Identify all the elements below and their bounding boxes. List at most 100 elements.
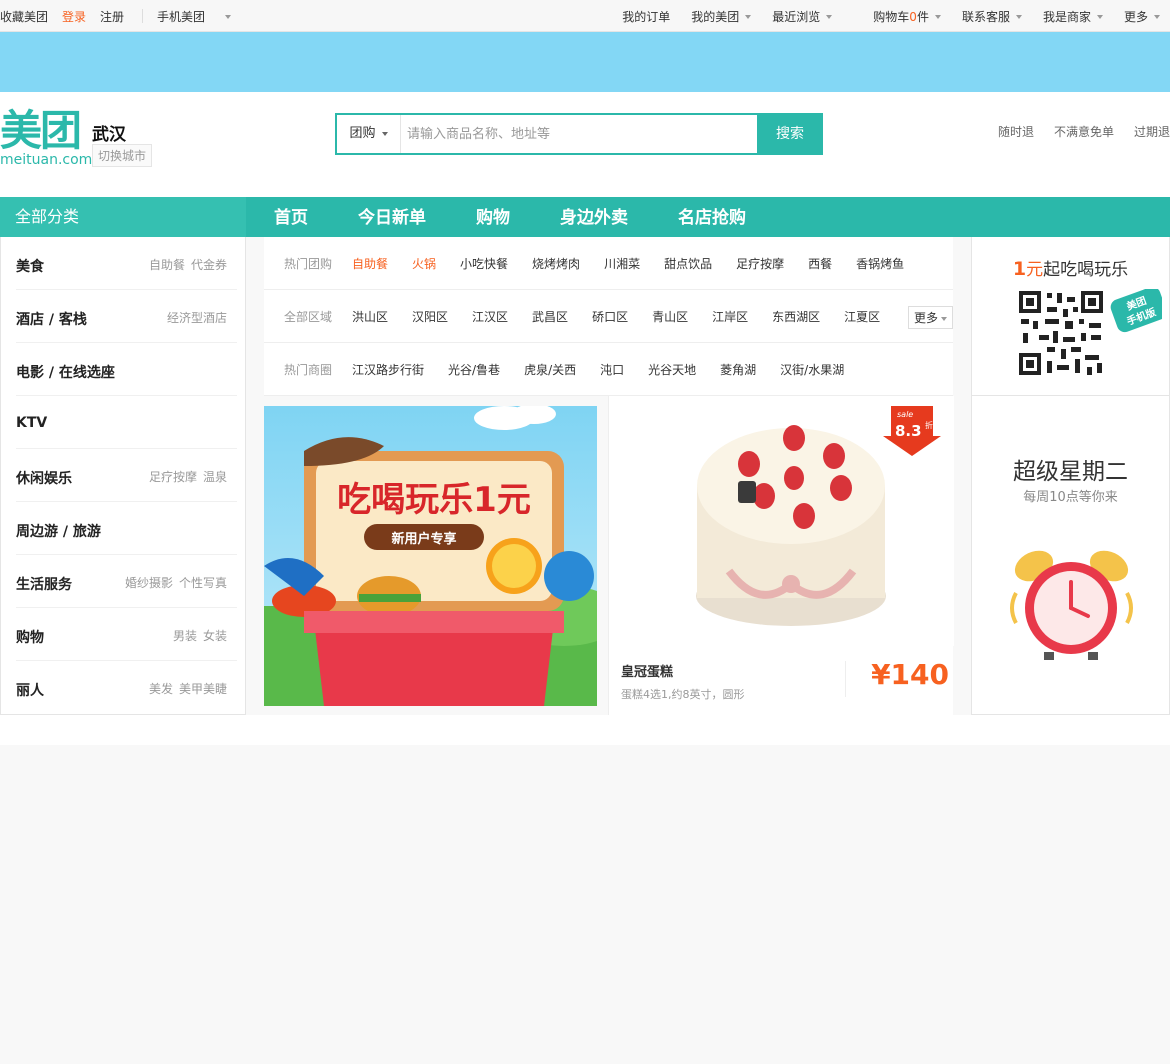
subcategory-link[interactable]: 自助餐 <box>149 258 185 272</box>
subcategory-link[interactable]: 经济型酒店 <box>167 311 227 325</box>
promise-unsatisfied-free[interactable]: 不满意免单 <box>1054 123 1114 140</box>
subcategory-link[interactable]: 代金券 <box>191 258 227 272</box>
filter-item[interactable]: 光谷天地 <box>648 361 696 378</box>
more-link[interactable]: 更多 <box>1113 8 1170 25</box>
subcategory-link[interactable]: 足疗按摩 <box>149 470 197 484</box>
my-meituan-link[interactable]: 我的美团 <box>680 8 761 25</box>
top-ad-banner[interactable] <box>0 32 1170 92</box>
all-categories[interactable]: 全部分类 <box>0 197 246 237</box>
filter-item[interactable]: 武昌区 <box>532 308 568 325</box>
subcategory-link[interactable]: 婚纱摄影 <box>125 576 173 590</box>
top-bar: 收藏美团 登录 注册 手机美团 我的订单 我的美团 最近浏览 购物车0件 联系客… <box>0 0 1170 32</box>
category-name[interactable]: 周边游 / 旅游 <box>16 521 101 541</box>
search-input[interactable] <box>405 115 755 153</box>
promise-anytime-refund[interactable]: 随时退 <box>998 123 1034 140</box>
recent-link[interactable]: 最近浏览 <box>761 8 842 25</box>
category-name[interactable]: 电影 / 在线选座 <box>16 362 115 382</box>
filter-item[interactable]: 东西湖区 <box>772 308 820 325</box>
subcategory-link[interactable]: 个性写真 <box>179 576 227 590</box>
mobile-app-promo[interactable]: 1元起吃喝玩乐 美团 手机版 <box>971 237 1170 396</box>
category-row[interactable]: 电影 / 在线选座 <box>16 343 237 396</box>
nav-home[interactable]: 首页 <box>246 197 330 237</box>
filter-item[interactable]: 烧烤烤肉 <box>532 255 580 272</box>
nav-famous-stores[interactable]: 名店抢购 <box>650 197 768 237</box>
filter-item[interactable]: 香锅烤鱼 <box>856 255 904 272</box>
sale-label: sale <box>897 410 913 419</box>
deal-card[interactable]: sale 8.3 折 皇冠蛋糕 蛋糕4选1,约8英寸，圆形 ¥140 <box>608 396 954 715</box>
category-row[interactable]: 丽人 美发 美甲美睫 <box>16 661 237 714</box>
merchant-link[interactable]: 我是商家 <box>1032 8 1113 25</box>
bookmark-link[interactable]: 收藏美团 <box>0 8 48 25</box>
filter-item[interactable]: 江汉区 <box>472 308 508 325</box>
filter-item[interactable]: 青山区 <box>652 308 688 325</box>
cart-link[interactable]: 购物车0件 <box>862 8 951 25</box>
nav-new-today[interactable]: 今日新单 <box>330 197 448 237</box>
filter-item[interactable]: 洪山区 <box>352 308 388 325</box>
category-row[interactable]: 周边游 / 旅游 <box>16 502 237 555</box>
category-name[interactable]: 丽人 <box>16 680 44 700</box>
filter-item[interactable]: 足疗按摩 <box>736 255 784 272</box>
service-link[interactable]: 联系客服 <box>951 8 1032 25</box>
category-row[interactable]: KTV <box>16 396 237 449</box>
search-button[interactable]: 搜索 <box>757 113 823 155</box>
category-row[interactable]: 酒店 / 客栈 经济型酒店 <box>16 290 237 343</box>
subcategory-link[interactable]: 美发 <box>149 682 173 696</box>
filter-item[interactable]: 西餐 <box>808 255 832 272</box>
subcategory-link[interactable]: 美甲美睫 <box>179 682 227 696</box>
my-orders-link[interactable]: 我的订单 <box>611 8 680 25</box>
category-name[interactable]: 购物 <box>16 627 44 647</box>
category-row[interactable]: 生活服务 婚纱摄影 个性写真 <box>16 555 237 608</box>
chevron-down-icon <box>826 15 833 19</box>
nav-delivery[interactable]: 身边外卖 <box>532 197 650 237</box>
discount-unit: 折 <box>925 420 933 430</box>
deal-title[interactable]: 皇冠蛋糕 <box>621 661 673 680</box>
filter-item[interactable]: 江汉路步行街 <box>352 361 424 378</box>
filter-item[interactable]: 硚口区 <box>592 308 628 325</box>
category-row[interactable]: 购物 男装 女装 <box>16 608 237 661</box>
category-name[interactable]: 酒店 / 客栈 <box>16 309 87 329</box>
filter-item[interactable]: 江夏区 <box>844 308 880 325</box>
category-row[interactable]: 休闲娱乐 足疗按摩 温泉 <box>16 449 237 502</box>
search-category-label: 团购 <box>349 126 376 141</box>
chevron-down-icon <box>1154 15 1160 19</box>
areas-more-button[interactable]: 更多 <box>907 306 953 329</box>
promo-banner-new-user[interactable]: 吃喝玩乐1元 新用户专享 <box>264 406 597 706</box>
promise-expired-refund[interactable]: 过期退 <box>1134 123 1170 140</box>
filter-item[interactable]: 虎泉/关西 <box>524 361 576 378</box>
subcategory-link[interactable]: 温泉 <box>203 470 227 484</box>
category-subs: 经济型酒店 <box>161 309 227 326</box>
cart-suffix: 件 <box>916 9 929 24</box>
filter-item[interactable]: 汉阳区 <box>412 308 448 325</box>
category-row[interactable]: 美食 自助餐 代金券 <box>16 237 237 290</box>
filter-label: 热门商圈 <box>284 362 333 377</box>
nav-shopping[interactable]: 购物 <box>448 197 532 237</box>
logo[interactable]: 美团 <box>0 108 82 154</box>
mobile-meituan-label: 手机美团 <box>157 9 206 24</box>
category-name[interactable]: 生活服务 <box>16 574 72 594</box>
promo-unit: 元 <box>1026 260 1044 280</box>
filter-item[interactable]: 川湘菜 <box>604 255 640 272</box>
subcategory-link[interactable]: 男装 <box>173 629 197 643</box>
filter-item[interactable]: 汉街/水果湖 <box>780 361 844 378</box>
filter-item[interactable]: 小吃快餐 <box>460 255 508 272</box>
filter-item[interactable]: 甜点饮品 <box>664 255 712 272</box>
category-subs: 婚纱摄影 个性写真 <box>119 574 227 591</box>
filter-item[interactable]: 光谷/鲁巷 <box>448 361 500 378</box>
top-bar-right: 我的订单 我的美团 最近浏览 购物车0件 联系客服 我是商家 更多 <box>611 0 1170 32</box>
filter-item[interactable]: 沌口 <box>600 361 624 378</box>
super-tuesday-promo[interactable]: 超级星期二 每周10点等你来 <box>971 396 1170 715</box>
mobile-meituan-link[interactable]: 手机美团 <box>157 8 232 25</box>
switch-city-button[interactable]: 切换城市 <box>92 144 153 167</box>
filter-item[interactable]: 自助餐 <box>352 255 388 272</box>
subcategory-link[interactable]: 女装 <box>203 629 227 643</box>
category-name[interactable]: 美食 <box>16 256 44 276</box>
filter-item[interactable]: 菱角湖 <box>720 361 756 378</box>
filter-item[interactable]: 江岸区 <box>712 308 748 325</box>
filter-item[interactable]: 火锅 <box>412 255 436 272</box>
promo-one: 1 <box>1012 258 1027 280</box>
category-name[interactable]: 休闲娱乐 <box>16 468 72 488</box>
register-link[interactable]: 注册 <box>100 8 124 25</box>
login-link[interactable]: 登录 <box>62 8 86 25</box>
category-name[interactable]: KTV <box>16 415 47 431</box>
search-category-select[interactable]: 团购 <box>337 115 401 153</box>
